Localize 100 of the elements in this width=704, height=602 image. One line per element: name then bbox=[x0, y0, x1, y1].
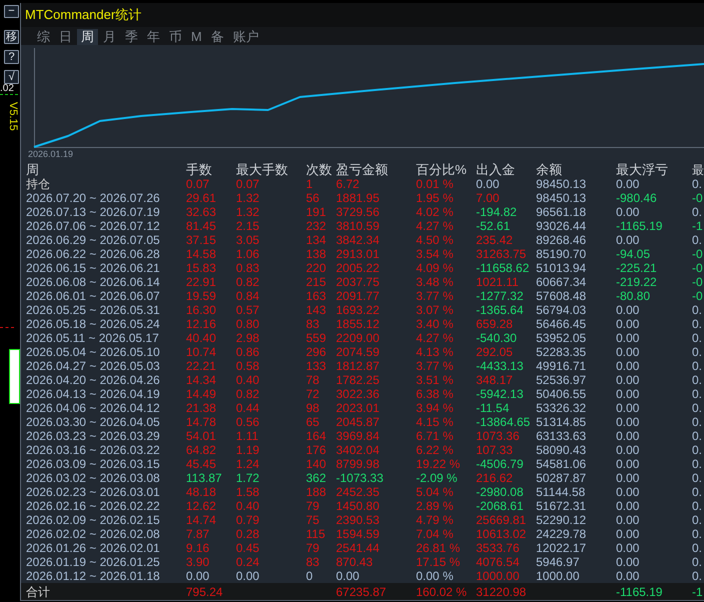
table-cell: 2026.03.23 ~ 2026.03.29 bbox=[26, 429, 160, 443]
table-cell: 4.27 % bbox=[416, 331, 454, 345]
table-cell: 138 bbox=[306, 247, 326, 261]
table-cell: 659.28 bbox=[476, 317, 513, 331]
table-cell: -94.05 bbox=[616, 247, 650, 261]
table-cell: 6.22 % bbox=[416, 443, 454, 457]
table-cell: 1.11 bbox=[236, 429, 258, 443]
column-header: 最大浮亏 bbox=[616, 163, 668, 177]
table-cell: 3729.56 bbox=[336, 205, 380, 219]
table-cell: 0. bbox=[692, 499, 702, 513]
table-cell: -0 bbox=[692, 191, 703, 205]
tab[interactable]: 日 bbox=[55, 29, 76, 45]
table-cell: 52536.97 bbox=[536, 373, 586, 387]
table-cell: 2026.05.11 ~ 2026.05.17 bbox=[26, 331, 159, 345]
table-cell: 0.00 bbox=[616, 359, 640, 373]
table-cell: 25669.81 bbox=[476, 513, 526, 527]
tab[interactable]: 备 bbox=[206, 29, 228, 45]
tab[interactable]: M bbox=[187, 29, 206, 45]
table-cell: 0. bbox=[692, 205, 702, 219]
table-cell: 0.83 bbox=[236, 261, 260, 275]
tab[interactable]: 综 bbox=[33, 29, 54, 45]
table-cell: 7.04 % bbox=[416, 527, 454, 541]
table-cell: -4433.13 bbox=[476, 359, 524, 373]
tab[interactable]: 周 bbox=[77, 29, 98, 45]
table-cell: 52290.12 bbox=[536, 513, 586, 527]
table-cell: 2026.02.09 ~ 2026.02.15 bbox=[26, 513, 160, 527]
table-cell: -11.54 bbox=[476, 401, 510, 415]
table-cell: 2026.06.08 ~ 2026.06.14 bbox=[26, 275, 160, 289]
table-cell: 1.58 bbox=[236, 485, 260, 499]
table-cell: 216.62 bbox=[476, 471, 513, 485]
table-cell: 107.33 bbox=[476, 443, 513, 457]
table-cell: 37.15 bbox=[186, 233, 216, 247]
table-cell: 31220.98 bbox=[476, 584, 526, 598]
table-cell: 2026.04.13 ~ 2026.04.19 bbox=[26, 387, 160, 401]
table-cell: 89268.46 bbox=[536, 233, 586, 247]
table-cell: 0.00 bbox=[616, 429, 640, 443]
table-cell: 0.00 bbox=[616, 233, 640, 247]
table-cell: 1782.25 bbox=[336, 373, 380, 387]
tab[interactable]: 年 bbox=[143, 29, 164, 45]
table-cell: 72 bbox=[306, 387, 320, 401]
table-cell: 85190.70 bbox=[536, 247, 586, 261]
table-cell: 4076.54 bbox=[476, 555, 520, 569]
table-cell: 51013.94 bbox=[536, 261, 586, 275]
table-cell: 0. bbox=[692, 569, 702, 583]
toolbar-button[interactable]: √ bbox=[4, 70, 19, 84]
table-cell: 2045.87 bbox=[336, 415, 380, 429]
table-cell: 6.72 bbox=[336, 177, 360, 191]
toolbar-button[interactable]: − bbox=[4, 5, 19, 18]
table-cell: 4.13 % bbox=[416, 345, 454, 359]
table-cell: 49916.71 bbox=[536, 359, 586, 373]
table-cell: 0.58 bbox=[236, 359, 260, 373]
table-cell: 83 bbox=[306, 317, 320, 331]
table-cell: 0. bbox=[692, 401, 702, 415]
tab[interactable]: 季 bbox=[121, 29, 142, 45]
table-cell: 0. bbox=[692, 415, 702, 429]
table-cell: 2026.07.20 ~ 2026.07.26 bbox=[26, 191, 160, 205]
table-cell: 3.05 bbox=[236, 233, 260, 247]
table-cell: 64.82 bbox=[186, 443, 216, 457]
table-cell: 56466.45 bbox=[536, 317, 586, 331]
toolbar-button[interactable]: 移 bbox=[4, 30, 19, 44]
table-cell: 0.40 bbox=[236, 373, 260, 387]
table-cell: 65 bbox=[306, 415, 320, 429]
table-cell: 2026.03.09 ~ 2026.03.15 bbox=[26, 457, 160, 471]
toolbar-button[interactable]: ? bbox=[4, 50, 19, 64]
table-cell: 2026.01.19 ~ 2026.01.25 bbox=[26, 555, 160, 569]
table-cell: -225.21 bbox=[616, 261, 657, 275]
table-cell: 1.32 bbox=[236, 191, 260, 205]
table-cell: 4.09 % bbox=[416, 261, 454, 275]
table-cell: -13864.65 bbox=[476, 415, 530, 429]
tab[interactable]: 月 bbox=[99, 29, 120, 45]
table-cell: 51672.31 bbox=[536, 499, 586, 513]
table-cell: 1073.36 bbox=[476, 429, 520, 443]
table-cell: -1 bbox=[692, 219, 703, 233]
table-cell: 2026.07.06 ~ 2026.07.12 bbox=[26, 219, 160, 233]
tab[interactable]: 账户 bbox=[228, 29, 263, 45]
table-cell: 1594.59 bbox=[336, 527, 380, 541]
table-cell: 17.15 % bbox=[416, 555, 460, 569]
table-cell: 31263.75 bbox=[476, 247, 526, 261]
table-cell: 32.63 bbox=[186, 205, 216, 219]
table-cell: 0.00 bbox=[616, 177, 640, 191]
table-cell: -4506.79 bbox=[476, 457, 524, 471]
column-header: 最大手数 bbox=[236, 163, 288, 177]
table-cell: 22.21 bbox=[186, 359, 216, 373]
table-cell: 0. bbox=[692, 443, 702, 457]
tab[interactable]: 币 bbox=[165, 29, 186, 45]
table-cell: 4.27 % bbox=[416, 219, 454, 233]
table-cell: 0.84 bbox=[236, 289, 260, 303]
table-cell: 3402.04 bbox=[336, 443, 380, 457]
table-cell: 7.87 bbox=[186, 527, 210, 541]
column-header: 最 bbox=[692, 163, 704, 177]
table-cell: 164 bbox=[306, 429, 326, 443]
table-cell: 0.01 % bbox=[416, 177, 454, 191]
table-cell: 12022.17 bbox=[536, 541, 586, 555]
table-cell: 3810.59 bbox=[336, 219, 380, 233]
table-cell: 0.79 bbox=[236, 513, 260, 527]
table-cell: 0.00 bbox=[616, 205, 640, 219]
table-cell: 559 bbox=[306, 331, 326, 345]
table-cell: 2026.06.15 ~ 2026.06.21 bbox=[26, 261, 160, 275]
column-header: 周 bbox=[26, 163, 39, 177]
table-cell: 1.72 bbox=[236, 471, 260, 485]
